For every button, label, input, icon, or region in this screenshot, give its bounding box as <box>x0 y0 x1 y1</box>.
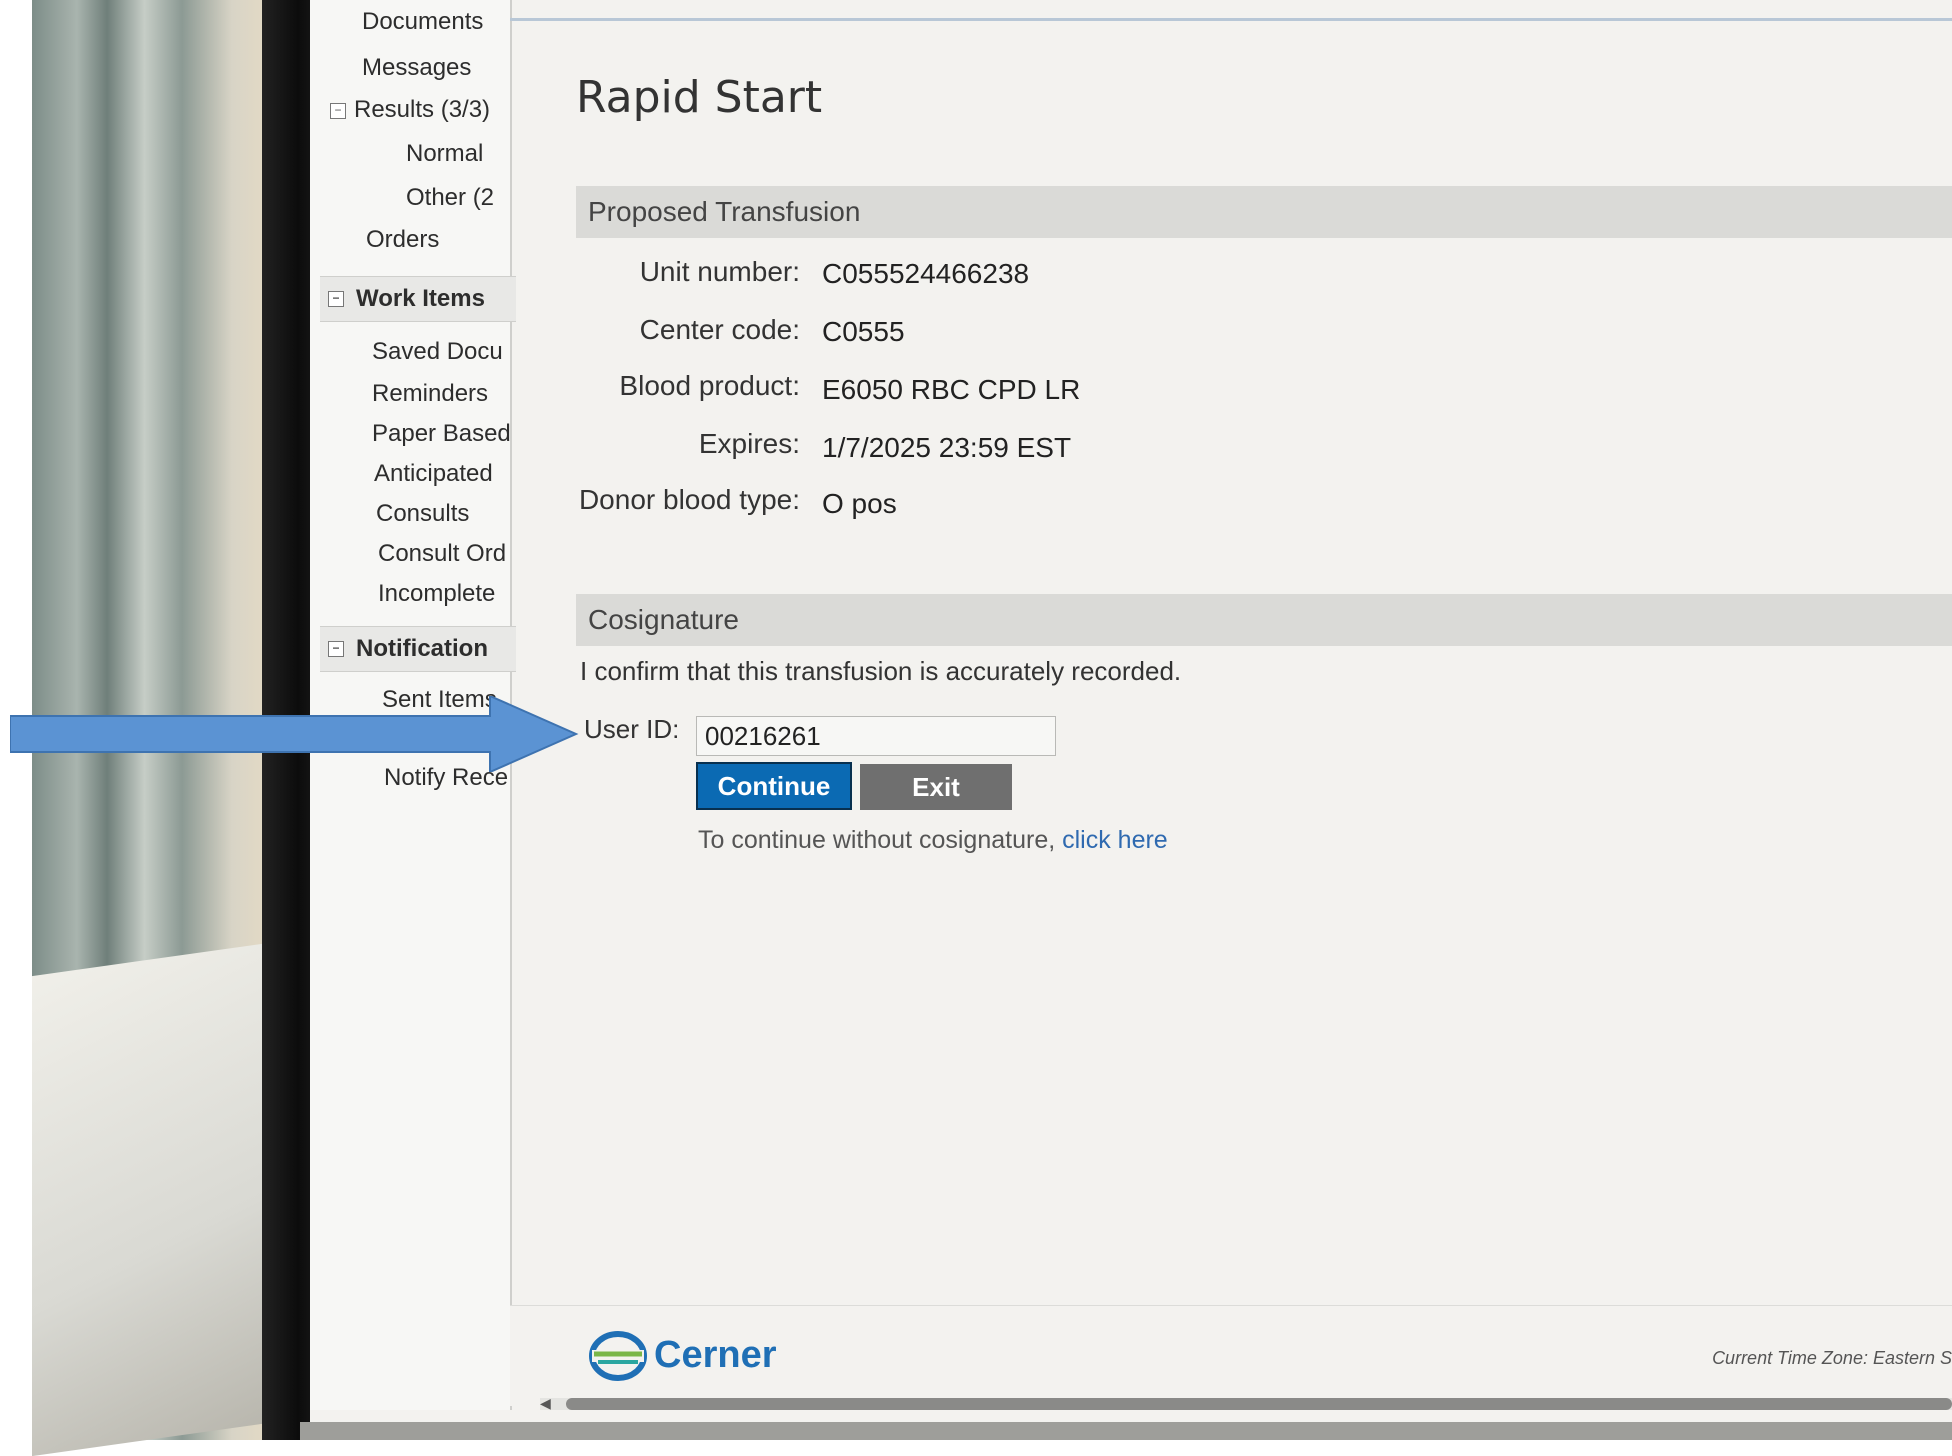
sidebar-item-paper-based[interactable]: Paper Based <box>372 420 511 448</box>
background-paper <box>32 943 262 1456</box>
sidebar-item-incomplete[interactable]: Incomplete <box>378 580 495 608</box>
collapse-toggle-icon[interactable]: − <box>328 641 344 657</box>
sidebar-item-label: Consults <box>376 500 470 527</box>
collapse-toggle-icon[interactable]: − <box>330 102 346 119</box>
section-title: Notification <box>356 635 488 662</box>
blood-product-label: Blood product: <box>619 370 800 401</box>
unit-number-value: C055524466238 <box>822 258 1030 289</box>
sidebar-item-documents[interactable]: Documents <box>362 8 483 36</box>
page-title: Rapid Start <box>576 72 823 123</box>
blood-product-value: E6050 RBC CPD LR <box>822 374 1081 405</box>
annotation-arrow-icon <box>10 696 579 772</box>
center-code-value: C0555 <box>822 316 905 347</box>
continue-button[interactable]: Continue <box>696 762 852 810</box>
click-here-link[interactable]: click here <box>1062 826 1168 854</box>
monitor-bottom-bezel <box>300 1422 1952 1440</box>
confirm-statement: I confirm that this transfusion is accur… <box>580 656 1182 686</box>
sidebar-item-label: Anticipated <box>374 460 493 487</box>
scroll-left-arrow-icon[interactable]: ◀ <box>540 1395 551 1412</box>
sidebar-item-label: Saved Docu <box>372 338 503 365</box>
footer: Cerner Current Time Zone: Eastern S <box>510 1305 1952 1406</box>
section-title: Work Items <box>356 285 485 312</box>
scrollbar-thumb[interactable] <box>566 1398 1952 1410</box>
sidebar-item-saved-documents[interactable]: Saved Docu <box>372 338 503 366</box>
sidebar-section-work-items[interactable]: − Work Items <box>320 276 516 322</box>
sidebar-item-other[interactable]: Other (2 <box>406 184 494 212</box>
sidebar-item-normal[interactable]: Normal <box>406 140 483 168</box>
header-divider <box>510 18 1952 21</box>
expires-value: 1/7/2025 23:59 EST <box>822 432 1072 463</box>
sidebar-section-notifications[interactable]: − Notification <box>320 626 516 672</box>
center-code-label: Center code: <box>639 314 800 345</box>
sidebar-item-label: Results (3/3) <box>354 96 491 123</box>
cerner-brand-text: Cerner <box>654 1334 777 1376</box>
sidebar-item-consult-orders[interactable]: Consult Ord <box>378 540 506 568</box>
continue-without-cosignature-note: To continue without cosignature, click h… <box>698 826 1168 855</box>
sidebar-item-label: Reminders <box>372 380 489 407</box>
unit-number-label: Unit number: <box>639 256 800 287</box>
donor-blood-type-label: Donor blood type: <box>578 484 800 515</box>
sidebar-item-consults[interactable]: Consults <box>376 500 469 528</box>
sidebar-item-label: Incomplete <box>378 580 496 607</box>
main-content: Rapid Start Proposed Transfusion Unit nu… <box>510 0 1952 1412</box>
sidebar-item-label: Documents <box>362 8 484 35</box>
user-id-label: User ID: <box>584 714 680 744</box>
sidebar-item-label: Messages <box>362 54 472 81</box>
timezone-label: Current Time Zone: Eastern S <box>1712 1348 1952 1368</box>
collapse-toggle-icon[interactable]: − <box>328 291 344 307</box>
sidebar-item-label: Other (2 <box>406 184 495 211</box>
sidebar-item-messages[interactable]: Messages <box>362 54 471 82</box>
sidebar-item-label: Normal <box>406 140 484 167</box>
sidebar-item-label: Paper Based <box>372 420 511 447</box>
section-header-cosignature: Cosignature <box>576 594 1952 646</box>
note-text: To continue without cosignature, <box>698 826 1056 854</box>
horizontal-scrollbar[interactable]: ◀ <box>540 1395 1952 1412</box>
section-header-proposed-transfusion: Proposed Transfusion <box>576 186 1952 238</box>
donor-blood-type-value: O pos <box>822 488 897 519</box>
exit-button[interactable]: Exit <box>860 764 1012 810</box>
sidebar-item-anticipated[interactable]: Anticipated <box>374 460 493 488</box>
sidebar-item-label: Orders <box>366 226 440 253</box>
sidebar-item-orders[interactable]: Orders <box>366 226 439 254</box>
sidebar-item-label: Consult Ord <box>378 540 507 567</box>
user-id-input[interactable] <box>696 716 1056 756</box>
expires-label: Expires: <box>698 428 800 459</box>
cerner-logo-icon <box>589 1331 647 1381</box>
sidebar-item-reminders[interactable]: Reminders <box>372 380 488 408</box>
sidebar-item-results[interactable]: − Results (3/3) <box>330 96 490 124</box>
